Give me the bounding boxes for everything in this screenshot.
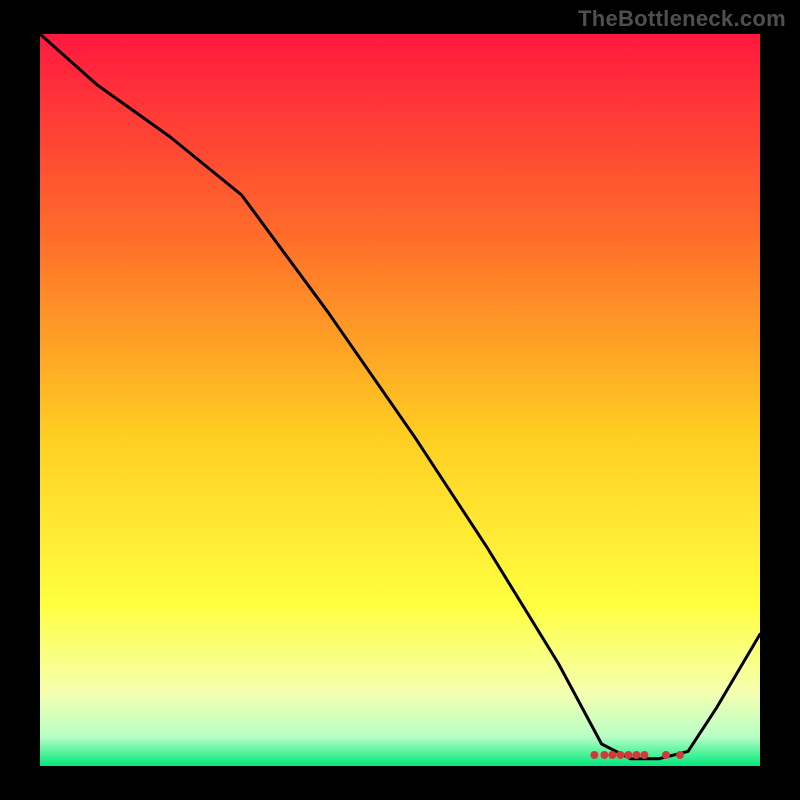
- bottleneck-chart: [0, 0, 800, 800]
- plot-area: [40, 34, 760, 766]
- chart-frame: TheBottleneck.com: [0, 0, 800, 800]
